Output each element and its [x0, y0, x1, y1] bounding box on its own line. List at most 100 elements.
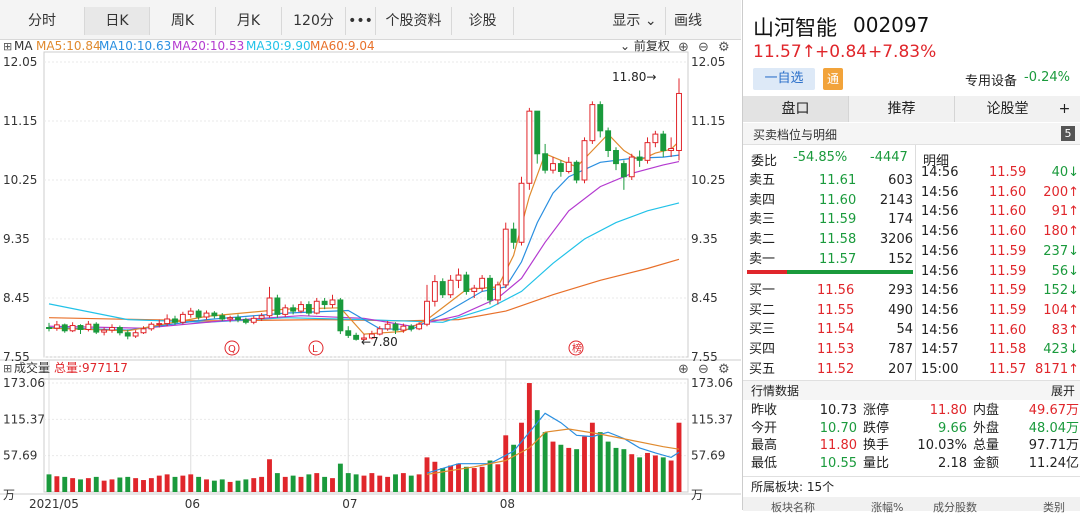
- volume-bar: [574, 449, 580, 492]
- candle-body: [565, 161, 572, 172]
- date-label: 08: [500, 497, 515, 510]
- toolbar-tab-6[interactable]: 个股资料: [376, 7, 452, 35]
- trade-tick-row-8-cell: 14:56: [921, 322, 959, 338]
- tab-forum[interactable]: 论股堂: [955, 96, 1061, 122]
- sector-col-pct[interactable]: 涨幅%: [871, 499, 903, 515]
- trade-tick-row-9-cell: 14:57: [921, 342, 959, 358]
- candle-body: [109, 327, 115, 331]
- candle-body: [613, 150, 619, 165]
- candle-body: [676, 92, 682, 151]
- volume-tick-left: 57.69: [3, 449, 37, 463]
- volume-bar: [542, 432, 548, 492]
- trade-tick-row-2: 14:56 11.60 91↑: [743, 202, 1080, 222]
- candle-body: [597, 104, 604, 132]
- trade-tick-row-5: 14:56 11.59 56↓: [743, 262, 1080, 282]
- candle-body: [172, 318, 178, 323]
- candle-body: [518, 182, 525, 243]
- candle-body: [227, 317, 234, 320]
- candle-body: [164, 318, 171, 325]
- trade-tick-row-10-cell: 8171↑: [1035, 362, 1079, 377]
- add-tab-button[interactable]: +: [1048, 96, 1080, 122]
- legend-ma20: MA20:10.53: [172, 40, 244, 53]
- candle-body: [400, 325, 407, 331]
- tong-badge[interactable]: 通: [823, 68, 843, 90]
- line-ma30: [48, 202, 680, 323]
- candle-body: [282, 307, 289, 315]
- toolbar-tab-4[interactable]: 120分: [282, 7, 346, 35]
- volume-bar: [676, 422, 682, 492]
- tab-pankou[interactable]: 盘口: [743, 96, 849, 122]
- trade-tick-row-7: 14:56 11.59 104↑: [743, 301, 1080, 321]
- volume-bar: [259, 476, 265, 492]
- volume-bar: [164, 474, 170, 492]
- candle-body: [479, 277, 486, 289]
- quote-panel: 山河智能 002097 11.57↑ +0.84 +7.83% 一自选 通 专用…: [742, 0, 1080, 514]
- sector-col-count[interactable]: 成分股数: [933, 499, 977, 515]
- candle-body: [550, 163, 556, 171]
- candle-body: [156, 323, 163, 326]
- trade-tick-row-6-cell: 14:56: [921, 283, 959, 299]
- trade-tick-row-6-cell: 152↓: [1043, 283, 1079, 299]
- price-tick-right: 9.35: [691, 232, 718, 246]
- volume-bar: [558, 444, 564, 492]
- volume-total: 总量:977117: [54, 361, 128, 375]
- stock-code: 002097: [853, 13, 930, 37]
- tab-recommend[interactable]: 推荐: [849, 96, 955, 122]
- toolbar-tab-1[interactable]: 日K: [85, 7, 150, 35]
- toolbar-tab-7[interactable]: 诊股: [452, 7, 514, 35]
- volume-bar: [668, 460, 674, 492]
- volume-bar: [204, 479, 209, 492]
- volume-bar: [495, 464, 501, 492]
- toolbar-tab-2[interactable]: 周K: [150, 7, 216, 35]
- candle-body: [620, 163, 627, 178]
- volume-label: 成交量: [14, 360, 50, 375]
- sector-col-type[interactable]: 类别: [1043, 499, 1065, 515]
- volume-bar: [298, 476, 304, 492]
- volume-bar: [188, 474, 194, 492]
- volume-grid-icon: ⊞: [3, 362, 12, 375]
- toolbar-tab-3[interactable]: 月K: [216, 7, 282, 35]
- candle-body: [510, 228, 517, 243]
- volume-bar: [605, 441, 611, 492]
- price-tick-left: 9.35: [3, 232, 30, 246]
- volume-bar: [377, 475, 383, 492]
- kline-chart[interactable]: 12.05 12.05 11.15 11.15 10.25 10.25 9.35 9.35 8.…: [0, 40, 741, 510]
- sector-block-label[interactable]: 所属板块: 15个: [751, 478, 834, 495]
- market-row-3-cell: 量比: [863, 455, 890, 471]
- low-annotation: ←7.80: [361, 335, 398, 349]
- volume-bar: [117, 477, 123, 492]
- toolbar-tab-5[interactable]: •••: [346, 7, 376, 35]
- last-price: 11.57↑: [753, 42, 816, 62]
- add-watchlist-button[interactable]: 一自选: [753, 68, 815, 90]
- volume-bar: [243, 479, 249, 492]
- trade-tick-row-4-cell: 14:56: [921, 243, 959, 259]
- draw-line-button[interactable]: 画线: [666, 7, 710, 35]
- sector-name[interactable]: 专用设备: [965, 70, 1017, 89]
- legend-ma5: MA5:10.84: [36, 40, 101, 53]
- grid-icon: ⊞: [3, 40, 12, 53]
- volume-tick-right: 万: [691, 488, 703, 502]
- volume-bar: [172, 476, 178, 492]
- candle-body: [187, 310, 194, 315]
- expand-button[interactable]: 展开: [1051, 382, 1075, 399]
- book-count-badge[interactable]: 5: [1061, 126, 1075, 141]
- volume-bar: [141, 480, 146, 492]
- volume-bar: [597, 432, 603, 492]
- candle-body: [605, 130, 612, 151]
- candle-body: [195, 310, 202, 318]
- sector-pct: -0.24%: [1024, 70, 1070, 85]
- volume-bar: [660, 457, 666, 492]
- trade-tick-row-10-cell: 11.57: [989, 362, 1027, 377]
- candle-body: [337, 299, 344, 332]
- volume-bar: [503, 435, 509, 492]
- trade-tick-row-6-cell: 11.59: [989, 283, 1027, 299]
- candle-body: [494, 284, 501, 301]
- market-row-3-cell: 最低: [751, 455, 778, 471]
- price-change: +0.84: [815, 42, 868, 62]
- volume-bar: [62, 476, 68, 492]
- volume-bar: [180, 475, 186, 492]
- display-menu-button[interactable]: 显示 ⌄: [604, 7, 666, 35]
- trade-tick-row-6: 14:56 11.59 152↓: [743, 281, 1080, 301]
- sector-col-name[interactable]: 板块名称: [771, 499, 815, 515]
- toolbar-tab-0[interactable]: 分时: [0, 7, 85, 35]
